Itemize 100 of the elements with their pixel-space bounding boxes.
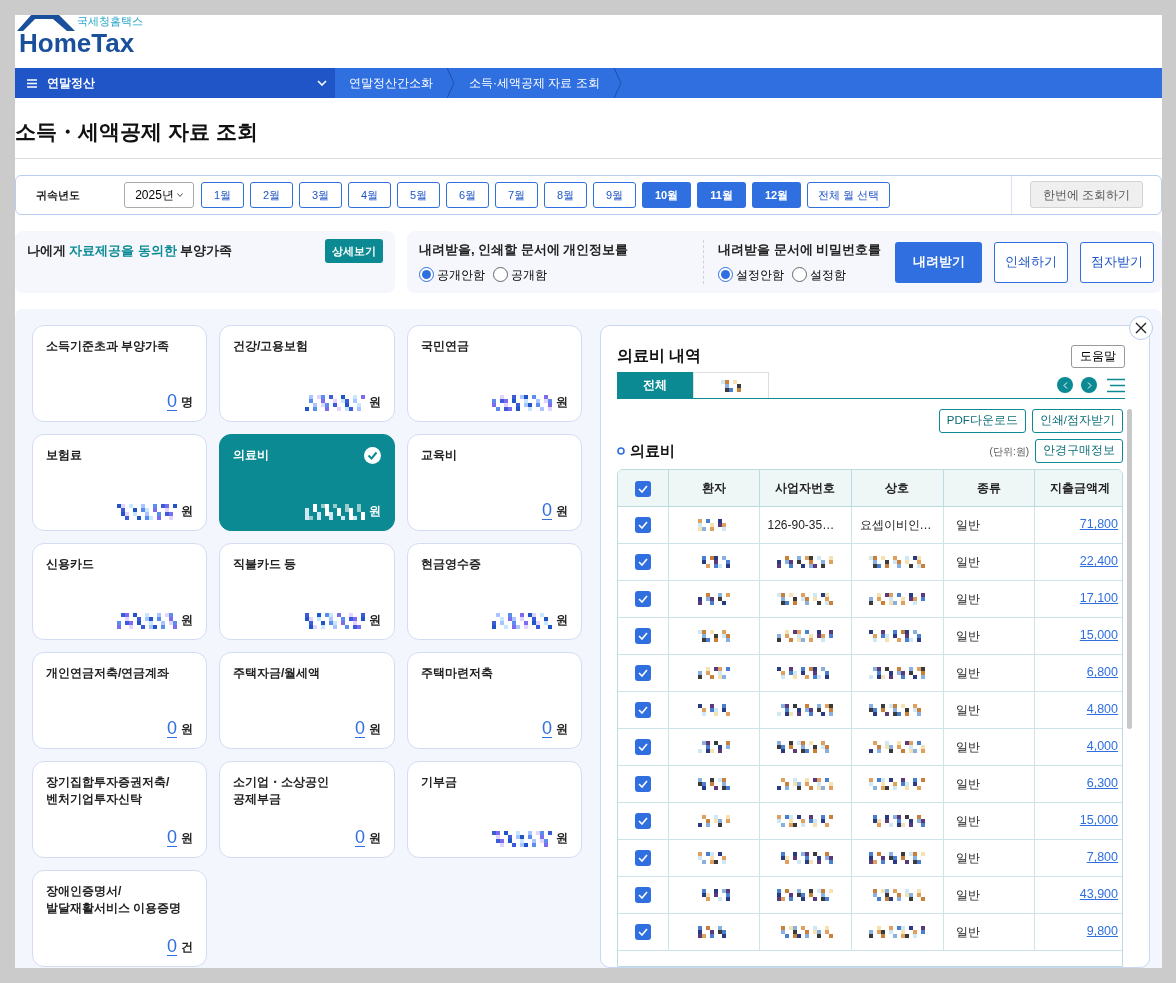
deduction-card[interactable]: 기부금 원 [407,761,582,858]
unit-label: 원 [369,503,381,520]
checkbox[interactable] [634,554,651,571]
pixelated-block [697,666,730,679]
deduction-card[interactable]: 직불카드 등 원 [219,543,395,640]
close-button[interactable] [1129,316,1153,340]
card-amount[interactable]: 0 [355,828,365,847]
checkbox[interactable] [634,924,651,941]
checkbox[interactable] [634,665,651,682]
radio-option[interactable]: 설정함 [792,265,846,284]
select-all-months-button[interactable]: 전체 월 선택 [807,181,891,208]
card-amount[interactable]: 0 [355,719,365,738]
checkbox[interactable] [634,517,651,534]
radio-button[interactable] [419,267,434,283]
deduction-card[interactable]: 개인연금저축/연금계좌 0 원 [32,652,207,749]
checkbox[interactable] [634,702,651,719]
menu-dropdown[interactable]: 연말정산 [15,68,335,99]
deduction-card[interactable]: 신용카드 원 [32,543,207,640]
amount-link[interactable]: 71,800 [1079,517,1118,532]
card-amount[interactable]: 0 [167,392,177,411]
action-button[interactable]: 인쇄하기 [994,241,1068,283]
checkbox[interactable] [634,887,651,904]
tab[interactable]: 전체 [617,372,693,398]
deduction-card[interactable]: 주택마련저축 0 원 [407,652,582,749]
month-button[interactable]: 4월 [348,181,391,208]
action-button[interactable]: 내려받기 [895,241,982,283]
amount-link[interactable]: 9,800 [1086,924,1118,939]
card-amount[interactable]: 0 [167,937,177,956]
deduction-card[interactable]: 보험료 원 [32,434,207,531]
amount-link[interactable]: 22,400 [1079,554,1118,569]
month-button[interactable]: 1월 [201,181,244,208]
month-button[interactable]: 12월 [752,181,801,208]
card-amount[interactable]: 0 [542,719,552,738]
amount-link[interactable]: 4,800 [1086,702,1118,717]
checkbox[interactable] [634,813,651,830]
checkbox[interactable] [634,628,651,645]
deduction-card[interactable]: 의료비 원 [219,434,395,531]
month-button[interactable]: 9월 [593,181,636,208]
card-amount[interactable]: 0 [542,501,552,520]
glasses-info-button[interactable]: 안경구매정보 [1035,439,1123,463]
previous-button[interactable] [1057,377,1073,393]
radio-option[interactable]: 설정안함 [718,265,784,284]
amount-link[interactable]: 6,800 [1086,665,1118,680]
amount-link[interactable]: 7,800 [1086,850,1118,865]
deduction-card[interactable]: 장기집합투자증권저축/ 벤처기업투자신탁 0 원 [32,761,207,858]
checkbox[interactable] [634,591,651,608]
radio-button[interactable] [493,267,508,283]
unit-label: 원 [556,721,568,738]
card-title: 교육비 [421,447,457,464]
checkbox[interactable] [634,850,651,867]
card-amount[interactable]: 0 [167,719,177,738]
deduction-card[interactable]: 소기업・소상공인 공제부금 0 원 [219,761,395,858]
deduction-card[interactable]: 교육비 0 원 [407,434,582,531]
month-button[interactable]: 11월 [697,181,746,208]
card-amount[interactable]: 0 [167,828,177,847]
breadcrumb-link[interactable]: 소득·세액공제 자료 조회 [455,68,614,99]
amount-link[interactable]: 17,100 [1079,591,1118,606]
action-button[interactable]: 점자받기 [1080,241,1154,283]
month-button[interactable]: 3월 [299,181,342,208]
menu-icon[interactable] [1107,377,1125,393]
amount-link[interactable]: 15,000 [1079,813,1118,828]
month-button[interactable]: 6월 [446,181,489,208]
deduction-card[interactable]: 현금영수증 원 [407,543,582,640]
amount-link[interactable]: 15,000 [1079,628,1118,643]
check-icon [637,632,648,641]
breadcrumb-link[interactable]: 연말정산간소화 [335,68,447,99]
unit-label: 원 [369,830,381,847]
month-button[interactable]: 8월 [544,181,587,208]
next-button[interactable] [1081,377,1097,393]
deduction-card[interactable]: 주택자금/월세액 0 원 [219,652,395,749]
radio-button[interactable] [718,267,733,283]
amount-link[interactable]: 4,000 [1086,739,1118,754]
radio-option[interactable]: 공개함 [493,265,547,284]
query-all-button[interactable]: 한번에 조회하기 [1029,181,1144,209]
month-button[interactable]: 5월 [397,181,440,208]
column-header: 지출금액계 [1034,470,1122,506]
deduction-card[interactable]: 국민연금 원 [407,325,582,422]
checkbox[interactable] [634,776,651,793]
deduction-card[interactable]: 건강/고용보험 원 [219,325,395,422]
checkbox[interactable] [634,480,651,497]
logo-wordmark[interactable]: HomeTax [19,30,143,56]
month-button[interactable]: 10월 [642,181,691,208]
year-select[interactable]: 2025년 [124,181,194,208]
deduction-card[interactable]: 장애인증명서/ 발달재활서비스 이용증명 0 건 [32,870,207,967]
radio-option[interactable]: 공개안함 [419,265,485,284]
radio-button[interactable] [792,267,807,283]
deduction-card[interactable]: 소득기준초과 부양가족 0 명 [32,325,207,422]
tab[interactable] [693,372,769,398]
toolbar-button[interactable]: 인쇄/점자받기 [1031,409,1123,433]
pixelated-block [777,592,833,605]
column-header: 종류 [943,470,1034,506]
detail-button[interactable]: 상세보기 [325,239,383,264]
month-button[interactable]: 2월 [250,181,293,208]
month-button[interactable]: 7월 [495,181,538,208]
amount-link[interactable]: 43,900 [1079,887,1118,902]
help-button[interactable]: 도움말 [1071,344,1125,368]
card-title: 현금영수증 [421,556,481,573]
amount-link[interactable]: 6,300 [1086,776,1118,791]
toolbar-button[interactable]: PDF다운로드 [938,409,1026,433]
checkbox[interactable] [634,739,651,756]
